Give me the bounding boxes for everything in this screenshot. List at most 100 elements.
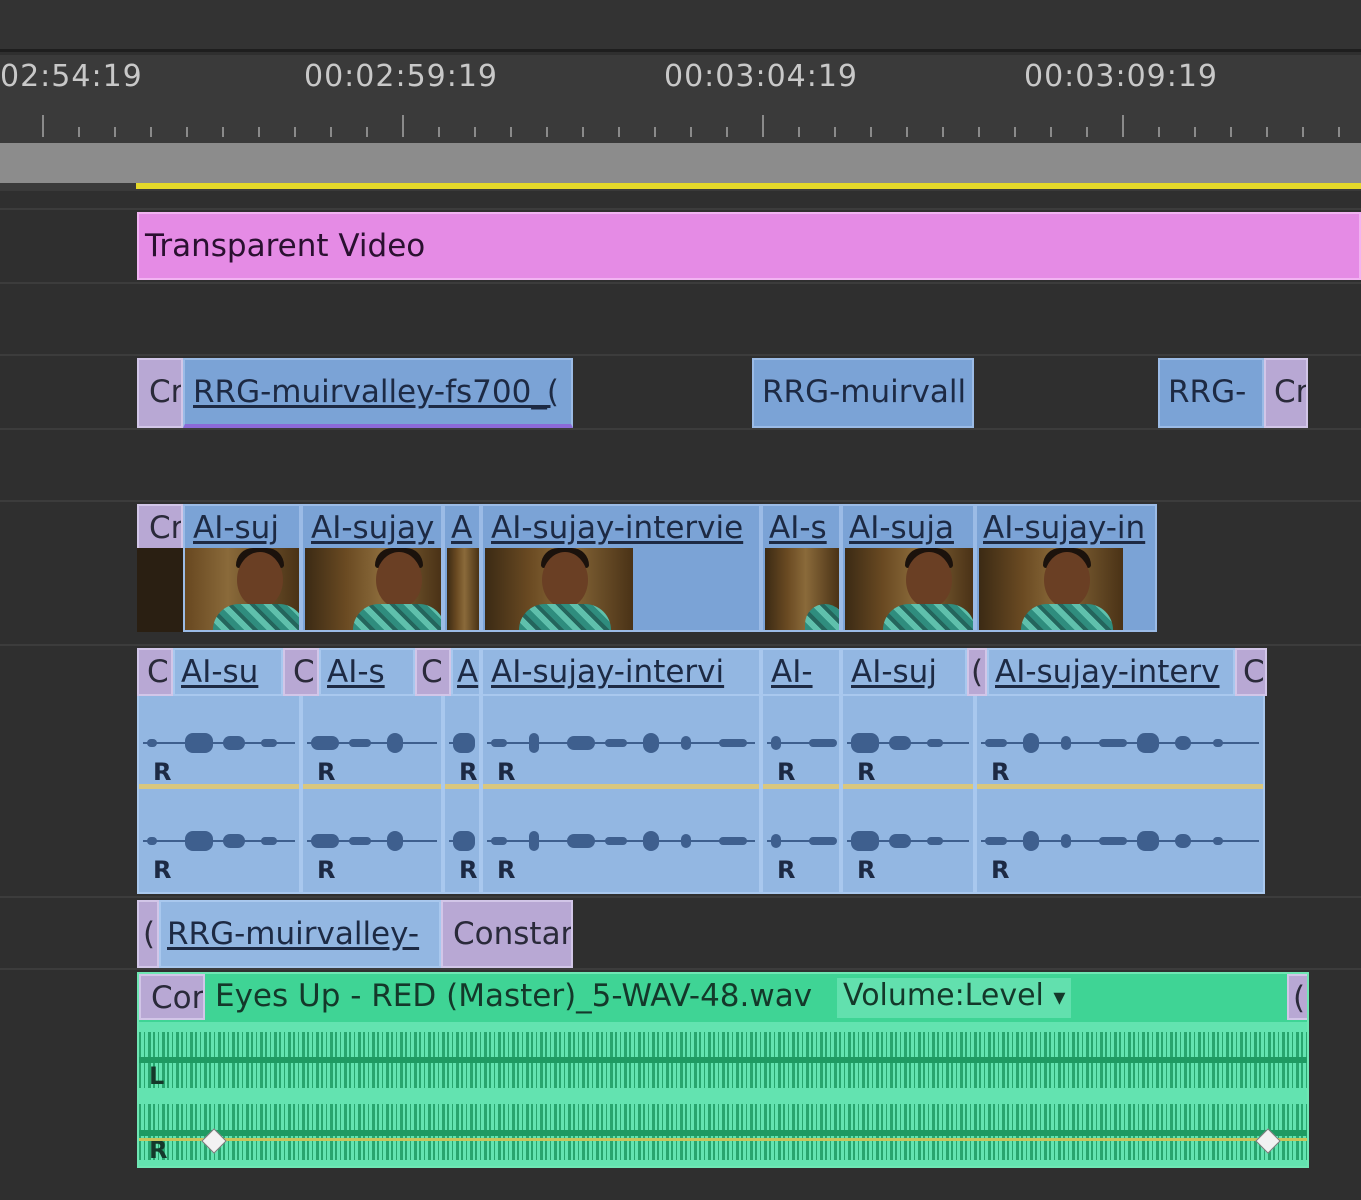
clip-ai-sujay-interview-1[interactable]: AI-sujay-intervie [481, 504, 761, 632]
video-thumbnail [765, 548, 839, 630]
ruler-minor-tick [150, 127, 152, 137]
audio-clip-ai-sujay-5[interactable]: AI-suj [841, 648, 967, 696]
clip-ai-sujay-3[interactable]: A [443, 504, 481, 632]
volume-rubber-band[interactable] [445, 784, 479, 789]
ruler-minor-tick [1086, 127, 1088, 137]
transition-clip[interactable]: Cr [137, 504, 183, 550]
volume-rubber-band[interactable] [483, 784, 759, 789]
audio-clip-ai-sujay-4[interactable]: AI- [761, 648, 841, 696]
channel-right-label: R [153, 856, 172, 884]
clip-rrg-muirvalley-1[interactable]: RRG-muirvalley-fs700_( [183, 358, 573, 428]
channel-right-label: R [497, 856, 516, 884]
transition-clip[interactable]: C [415, 648, 451, 696]
transition-clip[interactable]: Cr [1264, 358, 1308, 428]
waveform-peak [311, 834, 339, 848]
waveform-peak [491, 837, 507, 845]
clip-transparent-video[interactable]: Transparent Video [137, 212, 1361, 280]
waveform-peak [1137, 733, 1159, 753]
clip-label: AI-s [327, 654, 385, 690]
clip-ai-sujay-5[interactable]: AI-suja [841, 504, 975, 632]
ruler-minor-tick [366, 127, 368, 137]
waveform-peak [223, 834, 245, 848]
channel-right-label: R [991, 758, 1010, 786]
audio-clip-waveform[interactable]: RR [841, 696, 975, 894]
volume-rubber-band[interactable] [303, 784, 441, 789]
clip-label: AI-suja [849, 510, 954, 546]
track-divider [0, 644, 1361, 646]
transition-label: C [147, 654, 169, 690]
audio-clip-ai-sujay-interview-1[interactable]: AI-sujay-intervi [481, 648, 761, 696]
video-thumbnail [305, 548, 441, 630]
transition-label: Cr [149, 374, 183, 410]
clip-label: A [457, 654, 479, 690]
video-thumbnail [485, 548, 633, 630]
waveform-peak [851, 733, 879, 753]
transition-clip[interactable]: Cor [139, 974, 205, 1020]
audio-clip-waveform[interactable]: RR [761, 696, 841, 894]
volume-rubber-band[interactable] [977, 784, 1263, 789]
transition-label: ( [1293, 980, 1306, 1016]
transition-clip[interactable]: C [283, 648, 319, 696]
audio-clip-eyes-up[interactable]: Cor Eyes Up - RED (Master)_5-WAV-48.wav … [137, 972, 1309, 1168]
work-area-bar[interactable] [0, 143, 1361, 183]
audio-clip-ai-sujay-2[interactable]: AI-s [319, 648, 415, 696]
transition-clip[interactable]: ( [137, 900, 159, 968]
waveform-peak [1137, 831, 1159, 851]
waveform-peak [147, 837, 157, 845]
transition-clip[interactable]: ( [1287, 974, 1307, 1020]
audio-clip-ai-sujay-1[interactable]: AI-su [173, 648, 283, 696]
clip-ai-sujay-4[interactable]: AI-s [761, 504, 841, 632]
waveform-peak [491, 739, 507, 747]
waveform-peak [985, 739, 1007, 747]
waveform-peak [1061, 834, 1071, 848]
ruler-minor-tick [690, 127, 692, 137]
track-divider [0, 208, 1361, 210]
ruler-minor-tick [510, 127, 512, 137]
transition-label: Cor [151, 980, 205, 1016]
transition-clip[interactable]: ( [967, 648, 987, 696]
ruler-minor-tick [438, 127, 440, 137]
ruler-minor-tick [1302, 127, 1304, 137]
clip-ai-sujay-2[interactable]: AI-sujay [301, 504, 443, 632]
clip-label: Eyes Up - RED (Master)_5-WAV-48.wav [215, 978, 813, 1014]
ruler-minor-tick [906, 127, 908, 137]
audio-clip-rrg-muirvalley[interactable]: RRG-muirvalley- [159, 900, 441, 968]
audio-clip-waveform[interactable]: RR [443, 696, 481, 894]
clip-label: AI-s [769, 510, 827, 546]
waveform-peak [147, 739, 157, 747]
audio-clip-ai-sujay-interview-2[interactable]: AI-sujay-interv [987, 648, 1235, 696]
clip-rrg-3[interactable]: RRG- [1158, 358, 1264, 428]
volume-rubber-band[interactable] [139, 1138, 1307, 1141]
waveform-peak [771, 834, 781, 848]
ruler-major-tick [42, 115, 44, 137]
clip-label: AI-sujay-in [983, 510, 1146, 546]
audio-clip-waveform[interactable]: RR [481, 696, 761, 894]
channel-right-label: R [777, 758, 796, 786]
audio-clip-waveform[interactable]: RR [137, 696, 301, 894]
video-thumbnail [845, 548, 973, 630]
transition-clip[interactable]: C [137, 648, 173, 696]
clip-rrg-muirvalley-2[interactable]: RRG-muirvall [752, 358, 974, 428]
transition-clip[interactable]: C [1235, 648, 1267, 696]
volume-rubber-band[interactable] [843, 784, 973, 789]
transition-clip[interactable]: Cr [137, 358, 183, 428]
track-divider [0, 428, 1361, 430]
waveform-peak [529, 733, 539, 753]
track-divider [0, 354, 1361, 356]
audio-clip-waveform[interactable]: RR [301, 696, 443, 894]
time-ruler[interactable]: 02:54:19 00:02:59:19 00:03:04:19 00:03:0… [0, 55, 1361, 143]
clip-ai-sujay-interview-2[interactable]: AI-sujay-in [975, 504, 1157, 632]
waveform-peak [927, 739, 943, 747]
channel-right-label: R [857, 758, 876, 786]
audio-clip-waveform[interactable]: RR [975, 696, 1265, 894]
ruler-minor-tick [546, 127, 548, 137]
volume-rubber-band[interactable] [139, 784, 299, 789]
waveform-peak [1175, 834, 1191, 848]
transition-label: ( [971, 654, 984, 690]
effect-menu-volume-level[interactable]: Volume:Level ▾ [837, 978, 1072, 1018]
audio-clip-ai-sujay-3[interactable]: A [451, 648, 481, 696]
transition-constant-power[interactable]: Constar [441, 900, 573, 968]
waveform-peak [1099, 837, 1127, 845]
volume-rubber-band[interactable] [763, 784, 839, 789]
clip-ai-sujay-1[interactable]: AI-suj [183, 504, 301, 632]
